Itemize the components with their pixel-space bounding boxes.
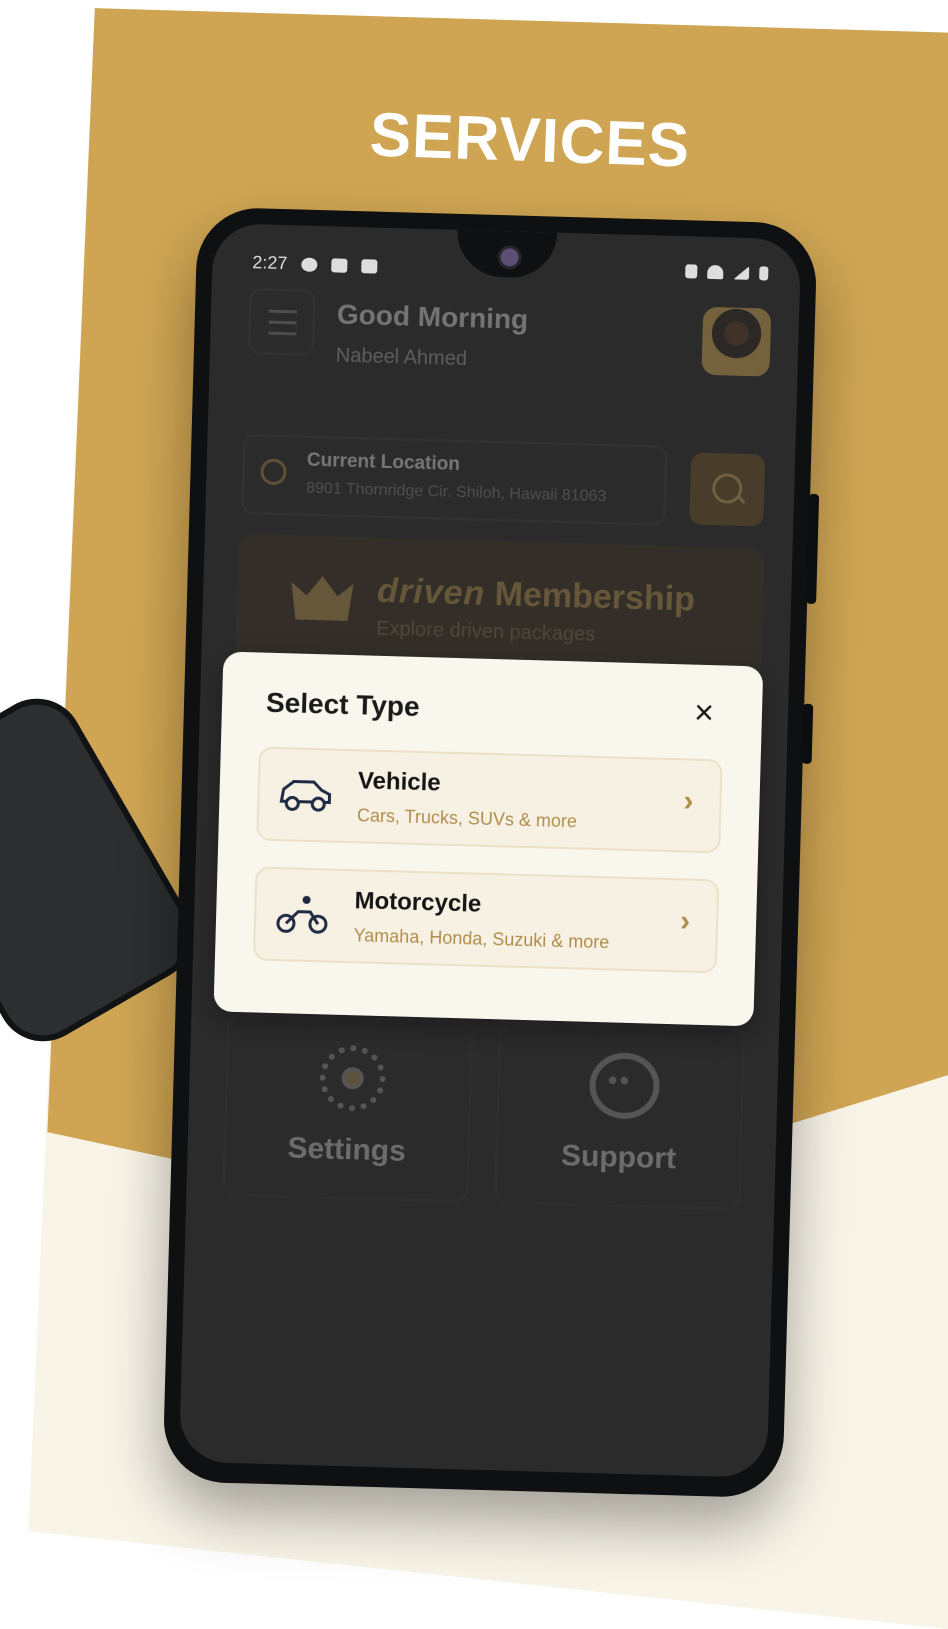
chevron-right-icon: › bbox=[679, 904, 691, 938]
avatar[interactable] bbox=[701, 306, 772, 377]
status-bar: 2:27 bbox=[252, 246, 769, 290]
status-right bbox=[685, 264, 769, 281]
phone-screen: 2:27 Good Morning Nabeel Ahmed Current L… bbox=[178, 223, 802, 1478]
phone-device: 2:27 Good Morning Nabeel Ahmed Current L… bbox=[162, 206, 820, 1499]
chevron-right-icon: › bbox=[683, 784, 694, 818]
location-target-icon bbox=[260, 458, 287, 486]
motorcycle-subtitle: Yamaha, Honda, Suzuki & more bbox=[353, 925, 610, 953]
menu-line-icon bbox=[268, 331, 297, 335]
search-button[interactable] bbox=[689, 452, 766, 527]
vehicle-title: Vehicle bbox=[357, 767, 442, 797]
signal-icon bbox=[733, 266, 749, 280]
membership-title: driven Membership bbox=[377, 572, 696, 620]
battery-icon bbox=[759, 266, 769, 281]
search-icon-handle bbox=[736, 494, 746, 505]
car-icon bbox=[279, 779, 332, 812]
settings-tile[interactable]: Settings bbox=[222, 1013, 474, 1203]
menu-line-icon bbox=[269, 309, 298, 313]
vehicle-subtitle: Cars, Trucks, SUVs & more bbox=[356, 805, 578, 832]
status-time: 2:27 bbox=[252, 252, 288, 274]
location-address: 8901 Thornridge Cir. Shiloh, Hawaii 8106… bbox=[305, 479, 607, 506]
current-location-card[interactable]: Current Location 8901 Thornridge Cir. Sh… bbox=[241, 433, 668, 526]
option-motorcycle[interactable]: Motorcycle Yamaha, Honda, Suzuki & more … bbox=[252, 866, 720, 974]
vibrate-icon bbox=[685, 264, 698, 279]
modal-title: Select Type bbox=[265, 686, 421, 722]
motorcycle-icon bbox=[276, 895, 328, 934]
volume-button bbox=[801, 703, 814, 764]
app-notification-icon bbox=[361, 258, 378, 274]
option-vehicle[interactable]: Vehicle Cars, Trucks, SUVs & more › bbox=[256, 746, 723, 854]
greeting-title: Good Morning bbox=[336, 298, 529, 335]
menu-line-icon bbox=[268, 320, 297, 324]
membership-subtitle: Explore driven packages bbox=[375, 617, 596, 646]
membership-title-suffix: Membership bbox=[494, 575, 696, 619]
membership-brand: driven bbox=[376, 571, 486, 613]
hamburger-menu-button[interactable] bbox=[247, 288, 316, 356]
image-notification-icon bbox=[331, 257, 348, 273]
support-tile[interactable]: Support bbox=[494, 1021, 746, 1211]
crown-icon bbox=[290, 575, 353, 621]
services-headline: SERVICES bbox=[368, 100, 692, 181]
chat-bubble-icon bbox=[588, 1051, 661, 1120]
support-label: Support bbox=[560, 1139, 677, 1176]
select-type-modal: Select Type × Vehicle Cars, Trucks, SUVs… bbox=[213, 651, 764, 1027]
location-title: Current Location bbox=[306, 449, 461, 476]
motorcycle-title: Motorcycle bbox=[354, 887, 482, 918]
close-icon[interactable]: × bbox=[685, 694, 722, 733]
user-name: Nabeel Ahmed bbox=[335, 344, 468, 371]
gear-icon bbox=[318, 1044, 387, 1113]
location-notification-icon bbox=[301, 257, 318, 272]
wifi-icon bbox=[707, 264, 724, 280]
settings-label: Settings bbox=[287, 1131, 407, 1168]
status-left: 2:27 bbox=[252, 252, 378, 276]
